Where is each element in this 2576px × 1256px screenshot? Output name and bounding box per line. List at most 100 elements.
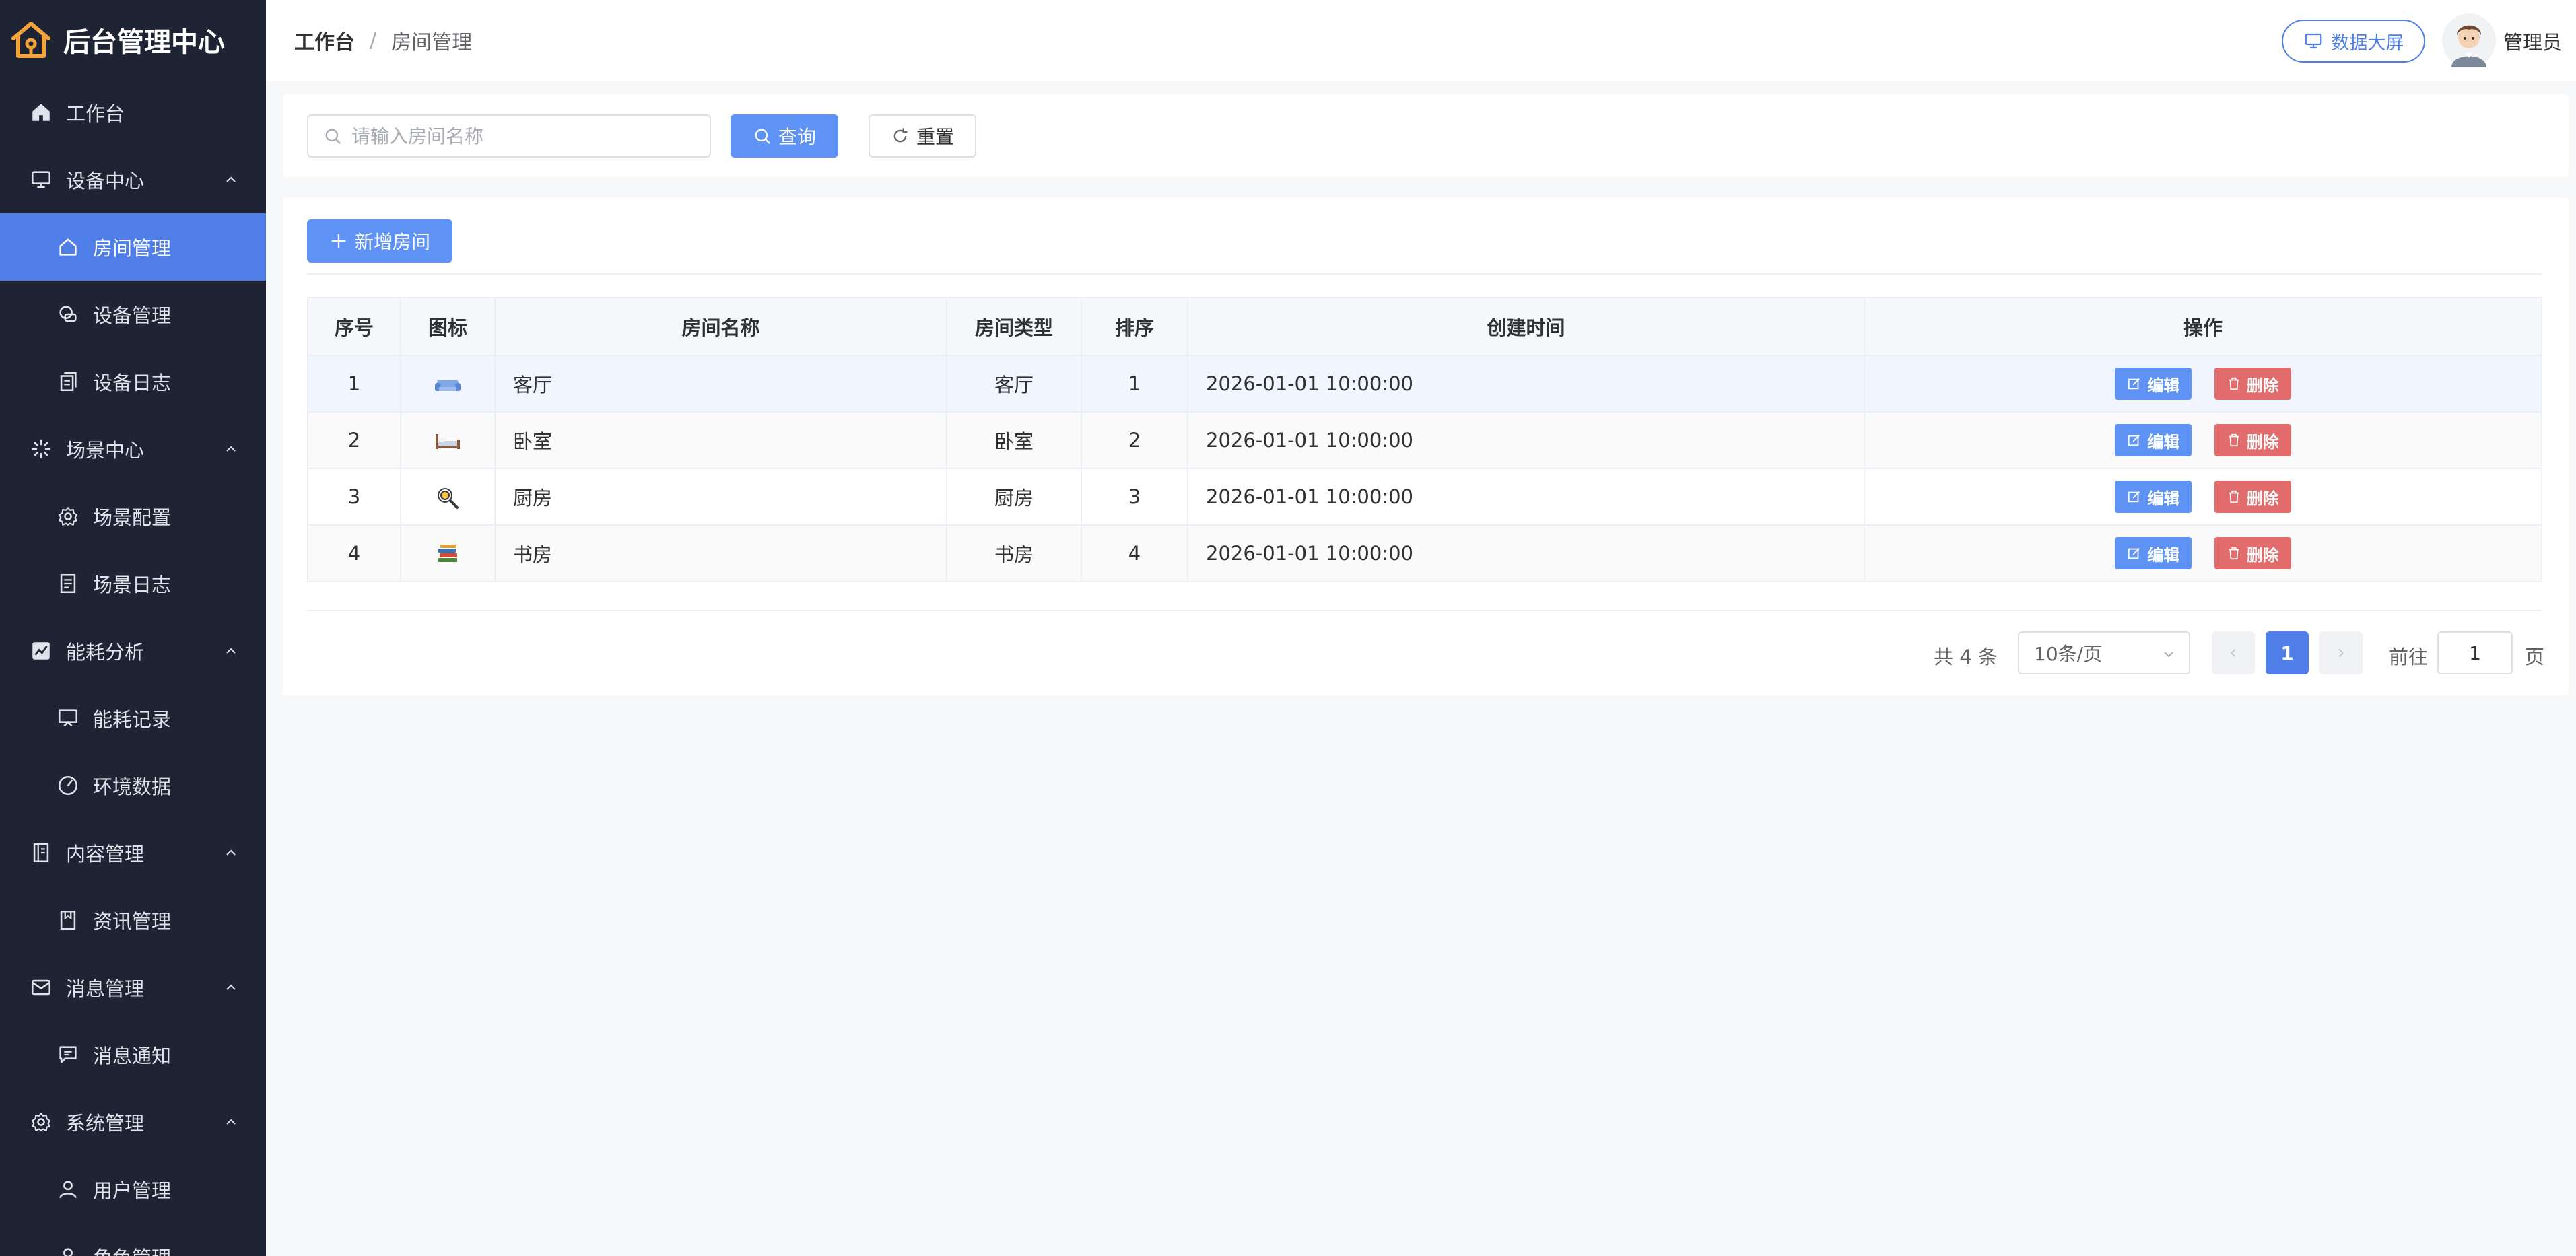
sidebar-item-user-management[interactable]: 用户管理	[0, 1156, 266, 1223]
cell-index: 2	[308, 412, 401, 469]
cell-actions: 编辑 删除	[1864, 525, 2542, 582]
room-table: 序号 图标 房间名称 房间类型 排序 创建时间 操作 1 客厅 客厅 1 202…	[307, 297, 2542, 582]
add-room-button[interactable]: 新增房间	[307, 219, 452, 263]
column-header-icon: 图标	[401, 298, 496, 356]
delete-button[interactable]: 删除	[2214, 537, 2291, 569]
prev-page-button[interactable]	[2212, 631, 2255, 674]
delete-button-label: 删除	[2246, 376, 2279, 395]
cell-room-type: 厨房	[947, 468, 1082, 526]
table-row[interactable]: 3 厨房 厨房 3 2026-01-01 10:00:00 编辑 删除	[308, 468, 2542, 526]
sidebar-item-label: 系统管理	[66, 1112, 145, 1135]
sidebar-item-energy-records[interactable]: 能耗记录	[0, 685, 266, 752]
add-room-button-label: 新增房间	[354, 231, 430, 253]
sidebar-item-label: 场景配置	[93, 506, 172, 529]
sidebar-item-label: 能耗分析	[66, 641, 145, 664]
trash-icon	[2229, 433, 2239, 447]
table-row[interactable]: 4 书房 书房 4 2026-01-01 10:00:00 编辑 删除	[308, 525, 2542, 582]
books-icon	[438, 544, 457, 562]
table-row[interactable]: 1 客厅 客厅 1 2026-01-01 10:00:00 编辑 删除	[308, 355, 2542, 413]
column-header-room-type: 房间类型	[947, 298, 1082, 356]
data-screen-button[interactable]: 数据大屏	[2282, 20, 2425, 63]
chevron-right-icon	[2338, 648, 2344, 658]
presentation-icon	[57, 707, 79, 730]
cell-room-name: 客厅	[495, 355, 947, 413]
sparkle-icon	[30, 438, 53, 460]
sidebar-group-content-management[interactable]: 内容管理	[0, 819, 266, 886]
chart-icon	[30, 639, 53, 662]
cell-room-name: 厨房	[495, 468, 947, 526]
column-header-sort: 排序	[1081, 298, 1188, 356]
column-header-room-name: 房间名称	[495, 298, 947, 356]
frying-pan-icon	[438, 487, 459, 509]
chevron-up-icon	[226, 648, 236, 654]
gauge-icon	[57, 774, 79, 797]
cell-room-type: 客厅	[947, 355, 1082, 413]
user-name[interactable]: 管理员	[2503, 27, 2562, 55]
delete-button[interactable]: 删除	[2214, 481, 2291, 513]
sidebar-item-label: 环境数据	[93, 775, 172, 798]
edit-button[interactable]: 编辑	[2115, 424, 2192, 456]
breadcrumb-workbench[interactable]: 工作台	[294, 26, 355, 55]
sidebar-item-workbench[interactable]: 工作台	[0, 79, 266, 146]
refresh-icon	[893, 128, 908, 143]
role-icon	[57, 1245, 79, 1256]
sidebar-item-news-management[interactable]: 资讯管理	[0, 886, 266, 954]
document-copy-icon	[57, 370, 79, 393]
edit-button[interactable]: 编辑	[2115, 481, 2192, 513]
trash-icon	[2229, 377, 2239, 390]
edit-button-label: 编辑	[2147, 489, 2180, 508]
table-row[interactable]: 2 卧室 卧室 2 2026-01-01 10:00:00 编辑 删除	[308, 412, 2542, 469]
query-button[interactable]: 查询	[731, 114, 838, 158]
sidebar-item-role-management[interactable]: 角色管理	[0, 1223, 266, 1256]
cell-index: 3	[308, 468, 401, 526]
app-root: 后台管理中心 工作台 设备中心 房间管理 设备管理 设备日志 场景中心 场景配置…	[0, 0, 2576, 1256]
search-icon	[755, 129, 770, 144]
edit-button[interactable]: 编辑	[2115, 368, 2192, 400]
sidebar-item-room-management[interactable]: 房间管理	[0, 213, 266, 281]
trash-icon	[2229, 547, 2239, 560]
sidebar-item-label: 内容管理	[66, 843, 145, 866]
monitor-icon	[30, 168, 53, 191]
cell-icon	[401, 412, 496, 469]
sidebar-item-scene-log[interactable]: 场景日志	[0, 550, 266, 617]
avatar[interactable]	[2442, 13, 2496, 67]
monitor-icon	[2305, 33, 2321, 49]
page-size-value: 10条/页	[2034, 643, 2103, 665]
sidebar-item-label: 场景日志	[93, 573, 172, 596]
sidebar-item-scene-config[interactable]: 场景配置	[0, 483, 266, 550]
reset-button[interactable]: 重置	[869, 114, 976, 158]
brand[interactable]: 后台管理中心	[0, 0, 266, 79]
search-card: 查询 重置	[283, 94, 2569, 177]
chevron-up-icon	[226, 446, 236, 452]
edit-button[interactable]: 编辑	[2115, 537, 2192, 569]
column-header-created-time: 创建时间	[1188, 298, 1865, 356]
sidebar-group-energy-analysis[interactable]: 能耗分析	[0, 617, 266, 685]
sidebar-item-message-notification[interactable]: 消息通知	[0, 1021, 266, 1088]
chevron-up-icon	[226, 176, 236, 182]
page-number-button[interactable]: 1	[2266, 631, 2309, 674]
sidebar-item-label: 消息管理	[66, 977, 145, 1000]
goto-page-input[interactable]	[2437, 631, 2513, 674]
sidebar-item-device-management[interactable]: 设备管理	[0, 281, 266, 348]
sidebar-group-message-management[interactable]: 消息管理	[0, 954, 266, 1021]
cell-sort: 1	[1081, 355, 1188, 413]
sidebar-group-system-management[interactable]: 系统管理	[0, 1088, 266, 1156]
delete-button[interactable]: 删除	[2214, 424, 2291, 456]
sidebar-item-environment-data[interactable]: 环境数据	[0, 752, 266, 819]
cell-actions: 编辑 删除	[1864, 412, 2542, 469]
settings-icon	[30, 1111, 53, 1133]
next-page-button[interactable]	[2319, 631, 2363, 674]
document-icon	[57, 572, 79, 595]
delete-button-label: 删除	[2246, 545, 2279, 565]
sidebar: 后台管理中心 工作台 设备中心 房间管理 设备管理 设备日志 场景中心 场景配置…	[0, 0, 266, 1256]
sidebar-group-scene-center[interactable]: 场景中心	[0, 415, 266, 483]
sidebar-group-device-center[interactable]: 设备中心	[0, 146, 266, 213]
sidebar-item-label: 角色管理	[93, 1243, 171, 1256]
chevron-up-icon	[226, 984, 236, 990]
room-name-search-input[interactable]	[351, 125, 688, 147]
sidebar-item-device-log[interactable]: 设备日志	[0, 348, 266, 415]
delete-button[interactable]: 删除	[2214, 368, 2291, 400]
page-size-select[interactable]: 10条/页	[2018, 631, 2190, 674]
cell-sort: 2	[1081, 412, 1188, 469]
room-name-search-field[interactable]	[307, 114, 711, 158]
